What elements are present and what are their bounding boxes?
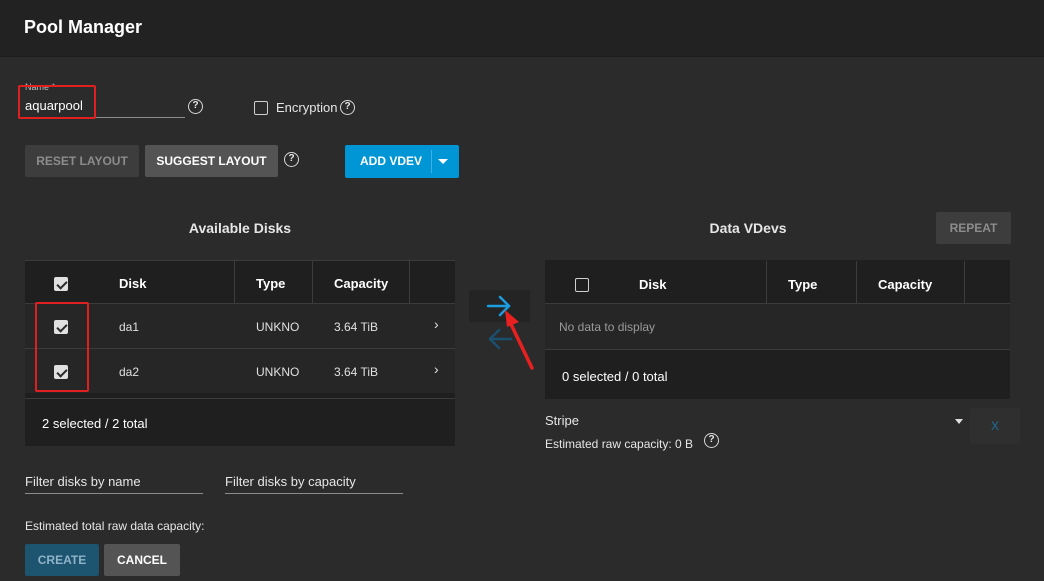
raw-capacity-help-icon[interactable]: ?	[704, 433, 719, 448]
encryption-checkbox[interactable]	[254, 101, 268, 115]
vdev-column-header-capacity[interactable]: Capacity	[878, 277, 932, 292]
filter-name-underline	[25, 493, 203, 494]
suggest-layout-button[interactable]: SUGGEST LAYOUT	[145, 145, 278, 177]
suggest-layout-help-icon[interactable]: ?	[284, 152, 299, 167]
encryption-label: Encryption	[276, 100, 338, 115]
column-header-type[interactable]: Type	[256, 276, 285, 291]
vdev-select-all-checkbox[interactable]	[575, 278, 589, 292]
filter-by-capacity-input[interactable]: Filter disks by capacity	[225, 474, 356, 489]
cancel-button[interactable]: CANCEL	[104, 544, 180, 576]
filter-by-name-input[interactable]: Filter disks by name	[25, 474, 141, 489]
disk-capacity: 3.64 TiB	[334, 365, 379, 379]
page-title: Pool Manager	[24, 17, 143, 37]
annotation-box-checkboxes	[35, 302, 89, 392]
layout-dropdown-icon[interactable]	[955, 419, 963, 424]
caret-down-icon[interactable]	[438, 159, 448, 164]
column-divider	[766, 261, 767, 303]
top-bar	[0, 0, 1044, 57]
vdev-selection-count: 0 selected / 0 total	[562, 369, 668, 384]
column-header-disk[interactable]: Disk	[119, 276, 146, 291]
column-divider	[964, 261, 965, 303]
annotation-arrow-icon	[505, 310, 534, 370]
disk-name: da1	[119, 320, 140, 334]
column-divider	[409, 261, 410, 303]
name-help-icon[interactable]: ?	[188, 99, 203, 114]
row-divider	[545, 349, 1010, 350]
estimated-total-label: Estimated total raw data capacity:	[25, 519, 205, 533]
table-row[interactable]	[25, 304, 455, 348]
repeat-button[interactable]: REPEAT	[936, 212, 1011, 244]
disk-name: da2	[119, 365, 140, 379]
create-button[interactable]: CREATE	[25, 544, 99, 576]
available-disks-title: Available Disks	[188, 220, 292, 236]
column-header-capacity[interactable]: Capacity	[334, 276, 388, 291]
available-selection-count: 2 selected / 2 total	[42, 416, 148, 431]
column-divider	[234, 261, 235, 303]
select-all-checkbox[interactable]	[54, 277, 68, 291]
disk-type: UNKNO	[256, 365, 300, 379]
vdev-column-header-type[interactable]: Type	[788, 277, 817, 292]
expand-chevron-icon[interactable]: ›	[434, 361, 439, 377]
table-row[interactable]	[25, 349, 455, 393]
data-vdevs-title: Data VDevs	[709, 220, 787, 236]
column-divider	[312, 261, 313, 303]
annotation-box-name	[18, 85, 96, 119]
disk-capacity: 3.64 TiB	[334, 320, 379, 334]
vdev-estimated-raw: Estimated raw capacity: 0 B	[545, 437, 694, 451]
split-divider	[431, 150, 432, 173]
column-divider	[856, 261, 857, 303]
remove-vdev-button[interactable]: X	[970, 408, 1020, 444]
disk-type: UNKNO	[256, 320, 300, 334]
filter-capacity-underline	[225, 493, 403, 494]
table-top-border	[25, 260, 455, 261]
vdev-layout-select[interactable]: Stripe	[545, 413, 579, 428]
add-vdev-button[interactable]: ADD VDEV	[345, 145, 459, 178]
add-vdev-label: ADD VDEV	[360, 154, 423, 168]
reset-layout-button[interactable]: RESET LAYOUT	[25, 145, 139, 177]
row-divider	[25, 398, 455, 399]
encryption-help-icon[interactable]: ?	[340, 100, 355, 115]
vdev-column-header-disk[interactable]: Disk	[639, 277, 666, 292]
expand-chevron-icon[interactable]: ›	[434, 316, 439, 332]
empty-state-text: No data to display	[559, 320, 656, 334]
